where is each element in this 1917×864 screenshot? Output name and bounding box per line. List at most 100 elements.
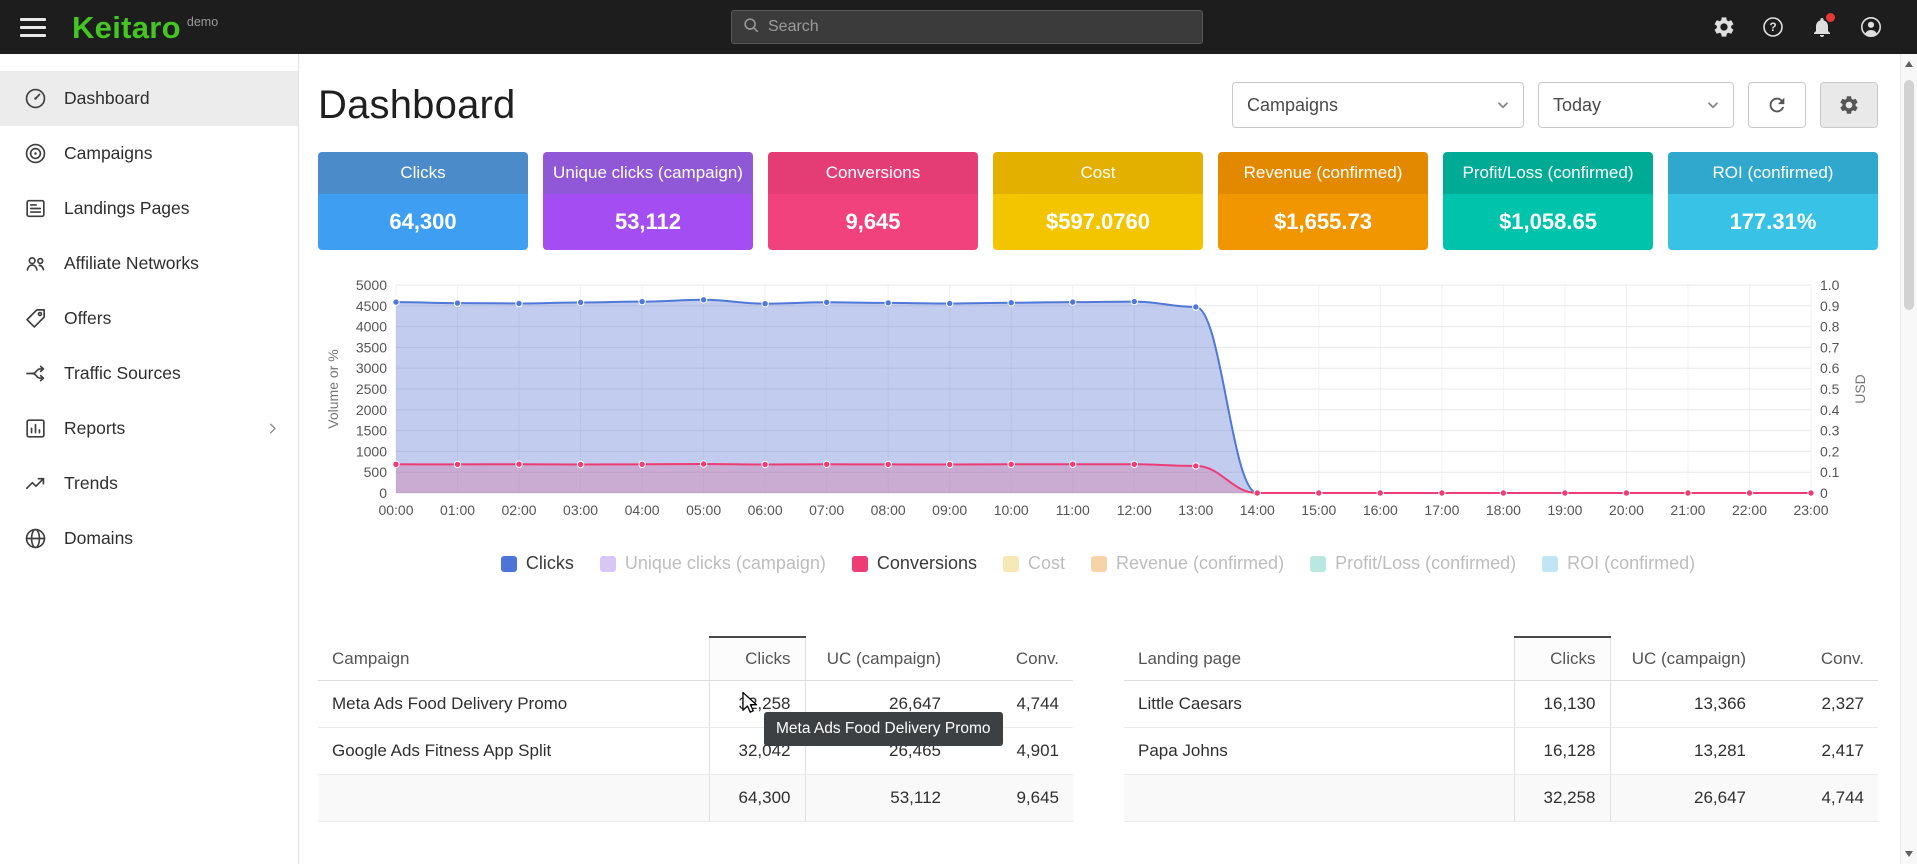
- x-axis-tick: 01:00: [440, 502, 475, 518]
- y-left-tick: 1000: [356, 443, 387, 459]
- data-point-conversions: [1377, 490, 1383, 496]
- legend-swatch: [501, 556, 517, 572]
- x-axis-tick: 09:00: [932, 502, 967, 518]
- sidebar-item-reports[interactable]: Reports: [0, 401, 298, 456]
- x-axis-tick: 08:00: [871, 502, 906, 518]
- x-axis-tick: 10:00: [994, 502, 1029, 518]
- data-point-conversions: [1500, 490, 1506, 496]
- legend-item-clicks[interactable]: Clicks: [501, 553, 574, 574]
- scroll-down-arrow[interactable]: [1905, 851, 1913, 857]
- scroll-up-arrow[interactable]: [1905, 61, 1913, 67]
- legend-item-conversions[interactable]: Conversions: [852, 553, 977, 574]
- legend-swatch: [852, 556, 868, 572]
- metric-label: Conversions: [768, 152, 978, 194]
- sidebar-item-campaigns[interactable]: Campaigns: [0, 126, 298, 181]
- data-point-clicks: [1193, 304, 1199, 310]
- sidebar-item-label: Landings Pages: [64, 198, 190, 219]
- x-axis-tick: 16:00: [1363, 502, 1398, 518]
- legend-label: Clicks: [526, 553, 574, 574]
- search-icon: [742, 16, 760, 39]
- x-axis-tick: 18:00: [1486, 502, 1521, 518]
- dashboard-settings-button[interactable]: [1820, 82, 1878, 128]
- tooltip: Meta Ads Food Delivery Promo: [764, 712, 1003, 746]
- column-header-uc-campaign[interactable]: UC (campaign): [1610, 637, 1760, 681]
- search-box[interactable]: [731, 10, 1203, 44]
- sidebar-item-traffic-sources[interactable]: Traffic Sources: [0, 346, 298, 401]
- settings-gear-icon[interactable]: [1712, 15, 1736, 39]
- hamburger-menu-icon[interactable]: [20, 18, 46, 37]
- data-point-conversions: [824, 461, 830, 467]
- metric-value: 64,300: [318, 194, 528, 250]
- legend-swatch: [1542, 556, 1558, 572]
- row-cell: 2,327: [1760, 681, 1878, 728]
- trends-icon: [23, 471, 48, 496]
- legend-item-profit-loss-confirmed[interactable]: Profit/Loss (confirmed): [1310, 553, 1516, 574]
- column-header-clicks[interactable]: Clicks: [709, 637, 805, 681]
- data-point-conversions: [1685, 490, 1691, 496]
- y-right-tick: 0.4: [1820, 402, 1840, 418]
- help-icon[interactable]: ?: [1761, 15, 1785, 39]
- account-icon[interactable]: [1859, 15, 1883, 39]
- y-right-tick: 0.9: [1820, 298, 1840, 314]
- data-point-conversions: [1562, 490, 1568, 496]
- scrollbar[interactable]: [1900, 54, 1917, 864]
- metric-card-cost: Cost$597.0760: [993, 152, 1203, 250]
- page-header: Dashboard Campaigns Today: [318, 82, 1878, 128]
- data-point-conversions: [577, 461, 583, 467]
- x-axis-tick: 17:00: [1424, 502, 1459, 518]
- y-left-tick: 2000: [356, 402, 387, 418]
- metric-card-revenue-confirmed: Revenue (confirmed)$1,655.73: [1218, 152, 1428, 250]
- sidebar-item-offers[interactable]: Offers: [0, 291, 298, 346]
- y-right-tick: 0.5: [1820, 381, 1840, 397]
- sidebar-item-label: Offers: [64, 308, 111, 329]
- sidebar-item-landings-pages[interactable]: Landings Pages: [0, 181, 298, 236]
- total-cell: [318, 775, 709, 822]
- legend-label: Revenue (confirmed): [1116, 553, 1284, 574]
- data-point-conversions: [1131, 461, 1137, 467]
- metric-value: 177.31%: [1668, 194, 1878, 250]
- legend-item-unique-clicks-campaign[interactable]: Unique clicks (campaign): [600, 553, 826, 574]
- chevron-down-icon: [1705, 97, 1721, 113]
- x-axis-tick: 11:00: [1056, 502, 1090, 518]
- totals-row: 64,30053,1129,645: [318, 775, 1073, 822]
- legend-item-cost[interactable]: Cost: [1003, 553, 1065, 574]
- data-point-conversions: [885, 461, 891, 467]
- column-header-conv[interactable]: Conv.: [955, 637, 1073, 681]
- sidebar-item-affiliate-networks[interactable]: Affiliate Networks: [0, 236, 298, 291]
- totals-row: 32,25826,6474,744: [1124, 775, 1878, 822]
- row-cell: 2,417: [1760, 728, 1878, 775]
- legend-item-revenue-confirmed[interactable]: Revenue (confirmed): [1091, 553, 1284, 574]
- table-row[interactable]: Little Caesars16,13013,3662,327: [1124, 681, 1878, 728]
- date-range-select[interactable]: Today: [1538, 82, 1734, 128]
- dashboard-chart[interactable]: 00:0001:0002:0003:0004:0005:0006:0007:00…: [318, 275, 1878, 527]
- column-header-uc-campaign[interactable]: UC (campaign): [805, 637, 955, 681]
- metric-label: ROI (confirmed): [1668, 152, 1878, 194]
- total-cell: 53,112: [805, 775, 955, 822]
- data-point-clicks: [824, 299, 830, 305]
- column-header-conv[interactable]: Conv.: [1760, 637, 1878, 681]
- column-header-campaign[interactable]: Campaign: [318, 637, 709, 681]
- header-controls: Campaigns Today: [1232, 82, 1878, 128]
- column-header-clicks[interactable]: Clicks: [1514, 637, 1610, 681]
- sidebar-item-label: Trends: [64, 473, 118, 494]
- campaigns-filter-select[interactable]: Campaigns: [1232, 82, 1524, 128]
- campaigns-icon: [23, 141, 48, 166]
- sidebar-item-domains[interactable]: Domains: [0, 511, 298, 566]
- legend-item-roi-confirmed[interactable]: ROI (confirmed): [1542, 553, 1695, 574]
- notifications-bell-icon[interactable]: [1810, 15, 1834, 39]
- sidebar-item-label: Campaigns: [64, 143, 153, 164]
- sidebar-item-trends[interactable]: Trends: [0, 456, 298, 511]
- x-axis-tick: 22:00: [1732, 502, 1767, 518]
- y-right-tick: 0.6: [1820, 360, 1840, 376]
- search-input[interactable]: [768, 18, 1192, 36]
- app-logo[interactable]: Keitaro demo: [72, 12, 218, 43]
- y-right-tick: 1.0: [1820, 277, 1840, 293]
- table-row[interactable]: Papa Johns16,12813,2812,417: [1124, 728, 1878, 775]
- refresh-button[interactable]: [1748, 82, 1806, 128]
- logo-badge: demo: [187, 15, 218, 29]
- sidebar-item-dashboard[interactable]: Dashboard: [0, 71, 298, 126]
- column-header-landing-page[interactable]: Landing page: [1124, 637, 1514, 681]
- select-value: Campaigns: [1247, 95, 1338, 116]
- scroll-thumb[interactable]: [1904, 80, 1914, 310]
- metric-label: Clicks: [318, 152, 528, 194]
